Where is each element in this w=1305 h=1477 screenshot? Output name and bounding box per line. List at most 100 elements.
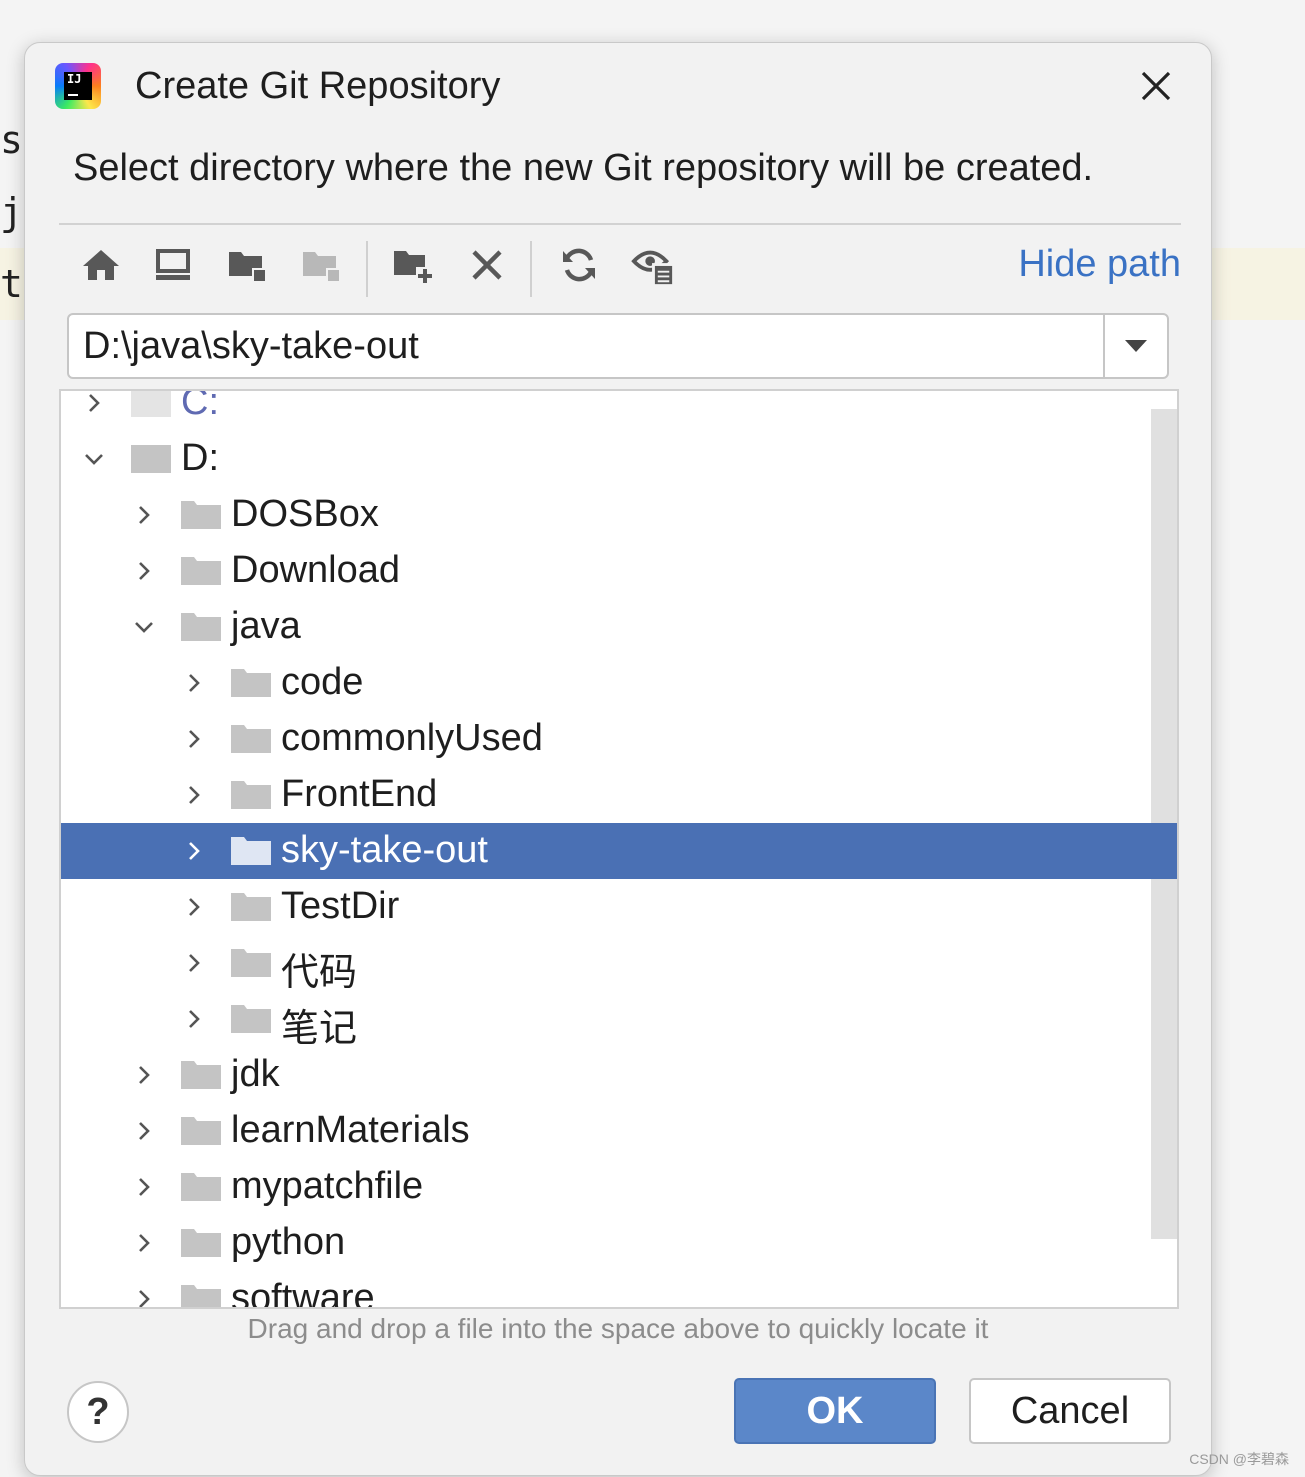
show-hidden-icon — [631, 250, 674, 285]
desktop-icon — [156, 249, 190, 280]
folder-icon — [231, 1004, 271, 1034]
tree-item-label: C: — [181, 389, 219, 423]
chevron-right-icon[interactable] — [179, 948, 209, 978]
folder-icon — [181, 612, 221, 642]
desktop-button[interactable] — [151, 241, 195, 289]
tree-row[interactable]: sky-take-out — [61, 823, 1177, 879]
folder-icon — [181, 556, 221, 586]
delete-icon — [472, 250, 502, 280]
tree-row[interactable]: jdk — [61, 1047, 1177, 1103]
toolbar-separator — [366, 241, 368, 297]
tree-item-label: Download — [231, 549, 400, 591]
show-hidden-files-button[interactable] — [631, 241, 675, 289]
tree-row[interactable]: FrontEnd — [61, 767, 1177, 823]
folder-icon — [181, 500, 221, 530]
folder-icon — [231, 724, 271, 754]
cancel-button[interactable]: Cancel — [969, 1378, 1171, 1444]
tree-item-label: code — [281, 661, 364, 703]
chevron-right-icon[interactable] — [129, 1228, 159, 1258]
tree-item-label: python — [231, 1221, 346, 1263]
chevron-right-icon[interactable] — [179, 668, 209, 698]
chevron-down-icon[interactable] — [129, 612, 159, 642]
drag-drop-hint: Drag and drop a file into the space abov… — [247, 1313, 989, 1344]
tree-row[interactable]: mypatchfile — [61, 1159, 1177, 1215]
tree-row[interactable]: TestDir — [61, 879, 1177, 935]
path-input[interactable] — [83, 315, 1101, 377]
folder-icon — [181, 1284, 221, 1307]
tree-item-label: 笔记 — [281, 1008, 358, 1050]
dialog-title: Create Git Repository — [135, 64, 501, 107]
folder-icon — [181, 1060, 221, 1090]
tree-item-label: mypatchfile — [231, 1165, 424, 1207]
folder-icon — [231, 780, 271, 810]
chevron-right-icon[interactable] — [129, 1116, 159, 1146]
chevron-right-icon[interactable] — [79, 391, 109, 418]
chevron-right-icon[interactable] — [129, 556, 159, 586]
tree-item-label: D: — [181, 437, 219, 479]
folder-icon — [181, 1172, 221, 1202]
module-directory-button — [299, 241, 343, 289]
path-history-dropdown[interactable] — [1103, 315, 1167, 377]
chevron-right-icon[interactable] — [179, 1004, 209, 1034]
chevron-right-icon[interactable] — [179, 836, 209, 866]
close-icon — [1141, 71, 1171, 101]
chevron-right-icon[interactable] — [179, 780, 209, 810]
chevron-right-icon[interactable] — [129, 500, 159, 530]
home-icon — [83, 250, 119, 280]
delete-button[interactable] — [465, 241, 509, 289]
chevron-right-icon[interactable] — [129, 1284, 159, 1307]
new-folder-button[interactable] — [391, 241, 435, 289]
chevron-down-icon[interactable] — [79, 444, 109, 474]
chevron-right-icon[interactable] — [179, 892, 209, 922]
dialog-description: Select directory where the new Git repos… — [73, 147, 1094, 189]
toolbar-separator — [530, 241, 532, 297]
chevron-right-icon[interactable] — [129, 1060, 159, 1090]
tree-item-label: TestDir — [281, 885, 400, 927]
folder-icon — [231, 948, 271, 978]
help-button[interactable]: ? — [67, 1381, 129, 1443]
chevron-down-icon — [1125, 340, 1147, 352]
chevron-right-icon[interactable] — [129, 1172, 159, 1202]
refresh-button[interactable] — [557, 241, 601, 289]
tree-row[interactable]: software — [61, 1271, 1177, 1309]
tree-item-label: commonlyUsed — [281, 717, 543, 759]
tree-row[interactable]: learnMaterials — [61, 1103, 1177, 1159]
divider — [59, 223, 1181, 225]
tree-row[interactable]: C: — [61, 389, 1177, 431]
folder-icon — [181, 1116, 221, 1146]
tree-item-label: learnMaterials — [231, 1109, 470, 1151]
directory-tree[interactable]: C: D: DOSBox Download java code commonlyUsed Fr… — [59, 389, 1179, 1309]
home-button[interactable] — [79, 241, 123, 289]
tree-row[interactable]: Download — [61, 543, 1177, 599]
tree-item-label: FrontEnd — [281, 773, 438, 815]
project-folder-icon — [229, 252, 266, 282]
new-folder-icon — [394, 251, 434, 285]
drive-icon — [131, 444, 171, 474]
chevron-right-icon[interactable] — [179, 724, 209, 754]
tree-item-label: software — [231, 1277, 375, 1309]
tree-item-label: jdk — [231, 1053, 280, 1095]
path-combo-box[interactable] — [67, 313, 1169, 379]
hide-path-link[interactable]: Hide path — [1018, 243, 1181, 286]
dialog-title-bar: IJ Create Git Repository — [55, 61, 1181, 111]
watermark: CSDN @李碧森 — [1189, 1451, 1289, 1467]
project-directory-button[interactable] — [225, 241, 269, 289]
tree-row[interactable]: 笔记 — [61, 991, 1177, 1050]
intellij-logo-icon: IJ — [55, 63, 101, 109]
tree-row[interactable]: DOSBox — [61, 487, 1177, 543]
tree-row[interactable]: commonlyUsed — [61, 711, 1177, 767]
folder-icon — [181, 1228, 221, 1258]
tree-item-label: DOSBox — [231, 493, 379, 535]
tree-row[interactable]: D: — [61, 431, 1177, 487]
tree-item-label: 代码 — [281, 952, 358, 994]
tree-row[interactable]: java — [61, 599, 1177, 655]
tree-item-label: java — [231, 605, 301, 647]
ok-button[interactable]: OK — [734, 1378, 936, 1444]
tree-row[interactable]: code — [61, 655, 1177, 711]
module-folder-icon — [303, 252, 340, 282]
file-chooser-toolbar: Hide path — [79, 241, 1181, 297]
folder-icon — [231, 836, 271, 866]
tree-row[interactable]: 代码 — [61, 935, 1177, 994]
close-button[interactable] — [1131, 61, 1181, 111]
tree-row[interactable]: python — [61, 1215, 1177, 1271]
